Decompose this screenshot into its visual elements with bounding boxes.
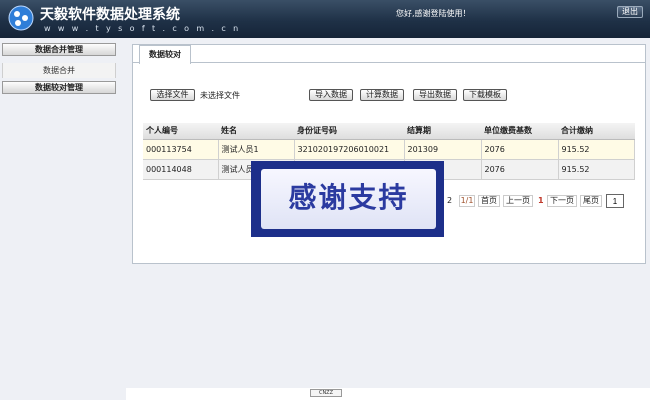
choose-file-button[interactable]: 选择文件 [150,89,195,101]
sidebar-group-compare[interactable]: 数据较对管理 [2,81,116,94]
col-base: 单位缴费基数 [481,123,558,140]
import-data-button[interactable]: 导入数据 [309,89,353,101]
pager-page-indicator: 1/1 [459,195,475,207]
cell: 2076 [481,139,559,160]
table-row[interactable]: 000113754 测试人员1 321020197206010021 20130… [143,139,635,160]
tab-data-compare[interactable]: 数据较对 [139,45,191,64]
logout-button[interactable]: 退出 [617,6,643,18]
export-data-button[interactable]: 导出数据 [413,89,457,101]
col-id-number: 身份证号码 [294,123,404,140]
no-file-label: 未选择文件 [200,91,240,100]
col-total: 合计缴纳 [558,123,635,140]
pager-current-page[interactable]: 1 [538,196,544,205]
compute-data-button[interactable]: 计算数据 [360,89,404,101]
download-template-button[interactable]: 下载模板 [463,89,507,101]
header-bar: 天毅软件数据处理系统 w w w . t y s o f t . c o m .… [0,0,650,38]
app-title: 天毅软件数据处理系统 [40,7,180,23]
pager-count: 2 [447,196,453,205]
app-logo-icon [8,5,34,31]
cell: 2076 [481,159,559,180]
cnzz-badge[interactable]: CNZZ [310,389,342,397]
welcome-message: 您好,感谢登陆使用！ [396,9,471,18]
cell: 000114048 [143,159,219,180]
thanks-banner: 感谢支持 [251,161,444,237]
sidebar-group-merge[interactable]: 数据合并管理 [2,43,116,56]
site-url: w w w . t y s o f t . c o m . c n [44,24,241,33]
table-header-row: 个人编号 姓名 身份证号码 结算期 单位缴费基数 合计缴纳 [143,123,635,140]
col-settle-period: 结算期 [404,123,481,140]
page-number-input[interactable] [606,194,624,208]
thanks-banner-inner: 感谢支持 [261,169,436,229]
cell: 321020197206010021 [294,139,405,160]
thanks-banner-text: 感谢支持 [288,181,409,214]
col-personal-id: 个人编号 [143,123,218,140]
cell: 201309 [404,139,482,160]
cell: 测试人员1 [218,139,295,160]
cell: 915.52 [558,159,635,180]
pager-last-button[interactable]: 尾页 [580,195,602,207]
col-name: 姓名 [218,123,294,140]
pager-first-button[interactable]: 首页 [478,195,500,207]
pager-prev-button[interactable]: 上一页 [503,195,533,207]
cell: 915.52 [558,139,635,160]
tab-bar: 数据较对 [133,45,645,64]
sidebar: 数据合并管理 数据合并 数据较对管理 [0,38,126,400]
sidebar-item-data-merge[interactable]: 数据合并 [2,63,116,78]
cell: 000113754 [143,139,219,160]
pager-next-button[interactable]: 下一页 [547,195,577,207]
